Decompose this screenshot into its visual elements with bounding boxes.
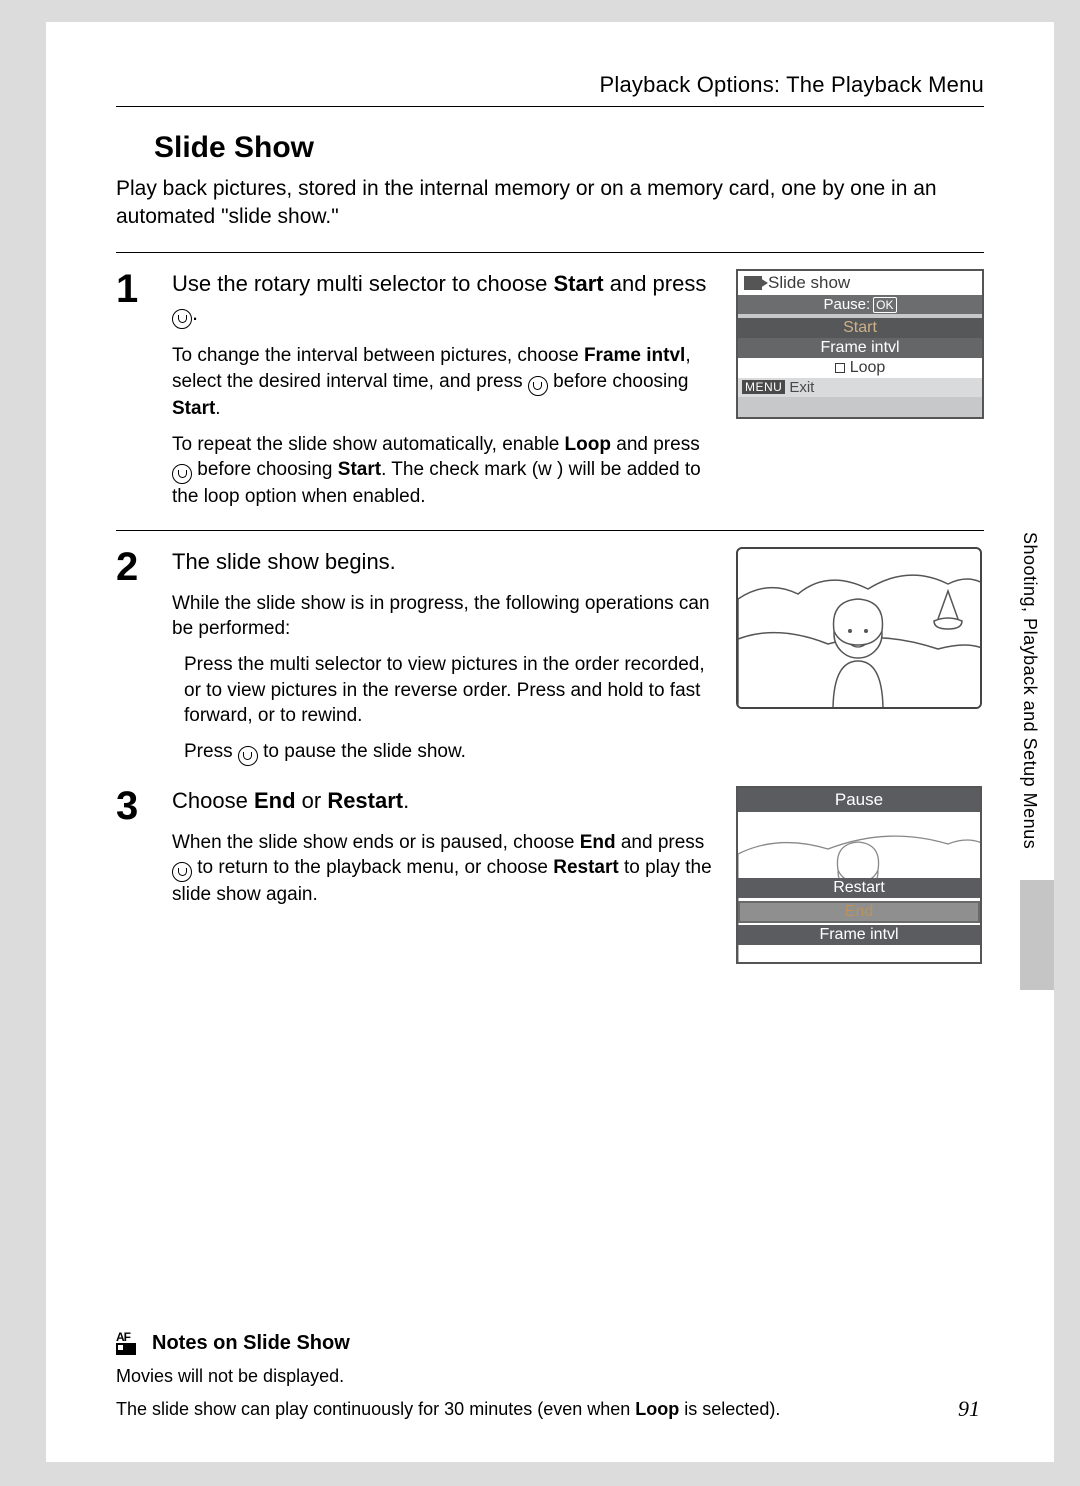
step-1-sub-2: To repeat the slide show automatically, … xyxy=(172,432,718,510)
text-bold: Start xyxy=(338,459,381,480)
text: to return to the playback menu, or choos… xyxy=(192,857,553,878)
text: before choosing xyxy=(192,459,338,480)
text-bold: End xyxy=(580,832,616,853)
step-3-sub-1: When the slide show ends or is paused, c… xyxy=(172,830,718,908)
screen-illustration-1: Slide show Pause:OK Start Frame intvl Lo… xyxy=(736,269,984,419)
text: before choosing xyxy=(548,371,689,392)
ok-badge: OK xyxy=(873,297,896,313)
step-number: 3 xyxy=(116,786,154,826)
page-number: 91 xyxy=(958,1396,980,1422)
ok-button-icon xyxy=(172,464,192,484)
ok-button-icon xyxy=(172,309,192,329)
step-1-heading: Use the rotary multi selector to choose … xyxy=(172,269,718,330)
text: or xyxy=(296,788,328,813)
text-bold: Restart xyxy=(553,857,618,878)
intro-text: Play back pictures, stored in the intern… xyxy=(116,175,984,232)
text-bold: Start xyxy=(172,398,215,419)
step-2-sub-1: While the slide show is in progress, the… xyxy=(172,591,718,642)
text: Choose xyxy=(172,788,254,813)
text: Loop xyxy=(850,359,886,376)
menu-item-frame-intvl: Frame intvl xyxy=(738,338,982,358)
step-3: 3 Choose End or Restart. When the slide … xyxy=(116,786,984,984)
screen-illustration-2 xyxy=(736,547,984,709)
menu-item-end: End xyxy=(738,901,980,923)
step-1: 1 Use the rotary multi selector to choos… xyxy=(116,252,984,530)
playback-icon xyxy=(744,276,762,290)
text: and press xyxy=(616,832,705,853)
text-bold: Restart xyxy=(327,788,403,813)
ok-button-icon xyxy=(238,746,258,766)
text: To repeat the slide show automatically, … xyxy=(172,434,565,455)
notes-icon xyxy=(116,1332,142,1356)
screen-title: Slide show xyxy=(768,273,850,293)
step-2-sub-2: Press the multi selector to view picture… xyxy=(184,652,718,729)
text: The slide show can play continuously for… xyxy=(116,1399,635,1419)
text-bold: Loop xyxy=(635,1399,679,1419)
text-bold: End xyxy=(254,788,296,813)
text: To change the interval between pictures,… xyxy=(172,345,584,366)
menu-item-loop: Loop xyxy=(738,358,982,378)
notes-title-text: Notes on Slide Show xyxy=(152,1332,350,1355)
step-2: 2 The slide show begins. While the slide… xyxy=(116,530,984,786)
step-1-sub-1: To change the interval between pictures,… xyxy=(172,343,718,421)
section-title: Slide Show xyxy=(154,131,984,165)
notes-line-1: Movies will not be displayed. xyxy=(116,1364,984,1389)
steps-list: 1 Use the rotary multi selector to choos… xyxy=(116,252,984,984)
menu-item-frame-intvl: Frame intvl xyxy=(738,925,980,945)
menu-tag: MENU xyxy=(742,380,785,394)
text: When the slide show ends or is paused, c… xyxy=(172,832,580,853)
notes-line-2: The slide show can play continuously for… xyxy=(116,1397,984,1422)
menu-item-restart: Restart xyxy=(738,878,980,898)
menu-item-start: Start xyxy=(738,318,982,338)
text: is selected). xyxy=(679,1399,780,1419)
step-number: 1 xyxy=(116,269,154,309)
text: and press xyxy=(611,434,700,455)
step-number: 2 xyxy=(116,547,154,587)
step-3-heading: Choose End or Restart. xyxy=(172,786,718,816)
side-section-label: Shooting, Playback and Setup Menus xyxy=(1019,532,1040,849)
notes-section: Notes on Slide Show Movies will not be d… xyxy=(116,1332,984,1422)
screen-illustration-3: Pause Restart End Frame intvl xyxy=(736,786,984,964)
landscape-illustration xyxy=(738,549,982,709)
pause-label: Pause: xyxy=(823,296,870,313)
text-bold: Loop xyxy=(565,434,611,455)
step-2-heading: The slide show begins. xyxy=(172,547,718,577)
text: Use the rotary multi selector to choose xyxy=(172,271,554,296)
text: to pause the slide show. xyxy=(258,741,466,762)
side-tab-marker xyxy=(1020,880,1054,990)
checkbox-icon xyxy=(835,363,845,373)
text: Press xyxy=(184,741,238,762)
ok-button-icon xyxy=(528,376,548,396)
text: and press xyxy=(604,271,707,296)
page-header: Playback Options: The Playback Menu xyxy=(116,72,984,107)
pause-header: Pause xyxy=(738,788,980,812)
text-bold: Start xyxy=(554,271,604,296)
manual-page: Playback Options: The Playback Menu Slid… xyxy=(46,22,1054,1462)
text-bold: Frame intvl xyxy=(584,345,685,366)
ok-button-icon xyxy=(172,862,192,882)
step-2-sub-3: Press to pause the slide show. xyxy=(184,739,718,766)
exit-label: Exit xyxy=(789,379,814,396)
text: . The check mark (w xyxy=(381,459,552,480)
